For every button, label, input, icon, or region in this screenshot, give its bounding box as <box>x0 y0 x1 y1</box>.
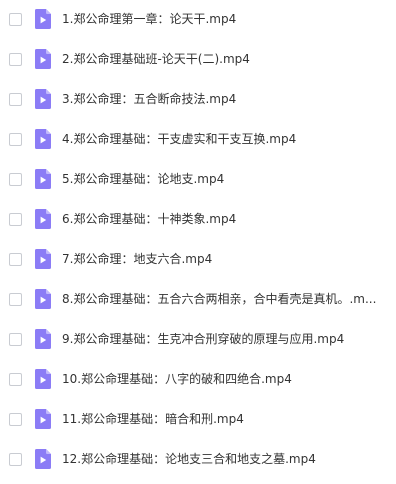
row-checkbox[interactable] <box>9 213 22 226</box>
list-item[interactable]: 1.郑公命理第一章：论天干.mp4 <box>0 0 396 40</box>
list-item[interactable]: 6.郑公命理基础：十神类象.mp4 <box>0 200 396 240</box>
file-name[interactable]: 10.郑公命理基础：八字的破和四绝合.mp4 <box>62 370 292 388</box>
video-file-icon <box>35 409 51 429</box>
video-file-icon <box>35 49 51 69</box>
list-item[interactable]: 12.郑公命理基础：论地支三合和地支之墓.mp4 <box>0 440 396 480</box>
list-item[interactable]: 11.郑公命理基础：暗合和刑.mp4 <box>0 400 396 440</box>
file-name[interactable]: 2.郑公命理基础班-论天干(二).mp4 <box>62 50 250 68</box>
row-checkbox[interactable] <box>9 333 22 346</box>
row-checkbox[interactable] <box>9 53 22 66</box>
list-item[interactable]: 4.郑公命理基础：干支虚实和干支互换.mp4 <box>0 120 396 160</box>
row-checkbox[interactable] <box>9 293 22 306</box>
list-item[interactable]: 7.郑公命理：地支六合.mp4 <box>0 240 396 280</box>
video-file-icon <box>35 249 51 269</box>
video-file-icon <box>35 289 51 309</box>
row-checkbox[interactable] <box>9 173 22 186</box>
video-file-icon <box>35 169 51 189</box>
file-name[interactable]: 3.郑公命理：五合断命技法.mp4 <box>62 90 236 108</box>
row-checkbox[interactable] <box>9 93 22 106</box>
video-file-icon <box>35 329 51 349</box>
list-item[interactable]: 5.郑公命理基础：论地支.mp4 <box>0 160 396 200</box>
row-checkbox[interactable] <box>9 373 22 386</box>
file-name[interactable]: 4.郑公命理基础：干支虚实和干支互换.mp4 <box>62 130 296 148</box>
file-name[interactable]: 7.郑公命理：地支六合.mp4 <box>62 250 212 268</box>
list-item[interactable]: 8.郑公命理基础：五合六合两相亲，合中看壳是真机。.m... <box>0 280 396 320</box>
file-name[interactable]: 6.郑公命理基础：十神类象.mp4 <box>62 210 236 228</box>
list-item[interactable]: 2.郑公命理基础班-论天干(二).mp4 <box>0 40 396 80</box>
video-file-icon <box>35 449 51 469</box>
row-checkbox[interactable] <box>9 413 22 426</box>
row-checkbox[interactable] <box>9 253 22 266</box>
file-list: 1.郑公命理第一章：论天干.mp4 2.郑公命理基础班-论天干(二).mp4 3… <box>0 0 396 480</box>
file-name[interactable]: 11.郑公命理基础：暗合和刑.mp4 <box>62 410 244 428</box>
video-file-icon <box>35 9 51 29</box>
file-name[interactable]: 12.郑公命理基础：论地支三合和地支之墓.mp4 <box>62 450 316 468</box>
list-item[interactable]: 9.郑公命理基础：生克冲合刑穿破的原理与应用.mp4 <box>0 320 396 360</box>
list-item[interactable]: 10.郑公命理基础：八字的破和四绝合.mp4 <box>0 360 396 400</box>
file-name[interactable]: 5.郑公命理基础：论地支.mp4 <box>62 170 224 188</box>
file-name[interactable]: 1.郑公命理第一章：论天干.mp4 <box>62 10 236 28</box>
video-file-icon <box>35 209 51 229</box>
row-checkbox[interactable] <box>9 453 22 466</box>
row-checkbox[interactable] <box>9 133 22 146</box>
file-name[interactable]: 9.郑公命理基础：生克冲合刑穿破的原理与应用.mp4 <box>62 330 344 348</box>
video-file-icon <box>35 369 51 389</box>
list-item[interactable]: 3.郑公命理：五合断命技法.mp4 <box>0 80 396 120</box>
video-file-icon <box>35 89 51 109</box>
video-file-icon <box>35 129 51 149</box>
row-checkbox[interactable] <box>9 13 22 26</box>
file-name[interactable]: 8.郑公命理基础：五合六合两相亲，合中看壳是真机。.m... <box>62 290 376 308</box>
